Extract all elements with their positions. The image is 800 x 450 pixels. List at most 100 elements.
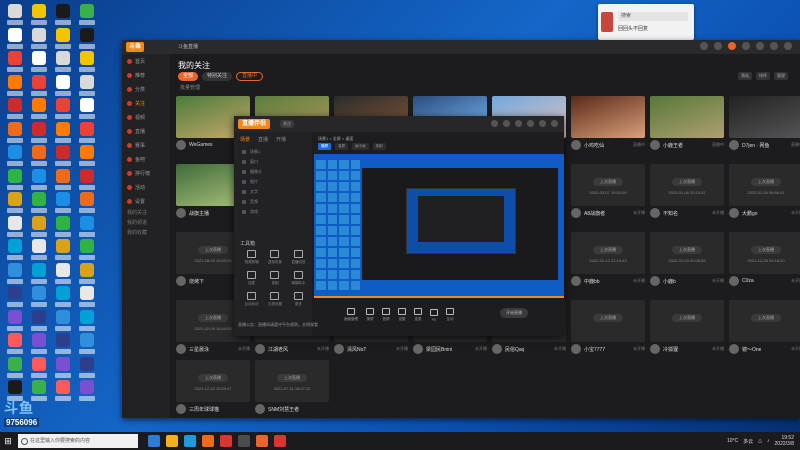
desktop-shortcut-icon[interactable] bbox=[52, 4, 74, 28]
desktop-shortcut-icon[interactable] bbox=[28, 286, 50, 310]
streamer-name[interactable]: 战旗主播 bbox=[189, 210, 209, 217]
desktop-shortcut-icon[interactable] bbox=[52, 286, 74, 310]
avatar[interactable] bbox=[571, 208, 581, 218]
qq-message-line[interactable]: 回回头不回复 bbox=[618, 26, 688, 33]
desktop-shortcut-icon[interactable] bbox=[28, 121, 50, 146]
avatar[interactable] bbox=[729, 276, 739, 286]
stream-card[interactable]: 上次直播 2022-02-03 20:06:52 小鹿b 未开播 bbox=[650, 232, 724, 288]
layout-subtab[interactable]: 画中画 bbox=[352, 143, 369, 150]
desktop-shortcut-icon[interactable] bbox=[4, 74, 26, 99]
sidebar-item[interactable]: 赛事 bbox=[122, 138, 170, 152]
stream-card[interactable]: 上次直播 2022-03-07 19:52:09 A8战旗者 未开播 bbox=[571, 164, 645, 220]
desktop-shortcut-icon[interactable] bbox=[28, 168, 50, 193]
desktop-shortcut-icon[interactable] bbox=[76, 98, 98, 122]
desktop-shortcut-icon[interactable] bbox=[52, 121, 74, 146]
avatar[interactable] bbox=[729, 140, 739, 150]
menu-icon[interactable] bbox=[527, 120, 534, 127]
desktop-shortcut-icon[interactable] bbox=[52, 74, 74, 99]
desktop-shortcut-icon[interactable] bbox=[52, 215, 74, 240]
layout-subtab[interactable]: 竖屏 bbox=[335, 143, 348, 150]
tool-button[interactable]: 视频剪辑 bbox=[240, 250, 263, 265]
qq-search-input[interactable]: 搜索 bbox=[618, 12, 688, 21]
network-icon[interactable]: △ bbox=[758, 438, 762, 444]
bottom-bar-button[interactable]: 设置 bbox=[398, 308, 406, 322]
sidebar-item[interactable]: 分类 bbox=[122, 82, 170, 96]
streamer-name[interactable]: D7jen · 网鱼 bbox=[742, 142, 770, 149]
avatar[interactable] bbox=[334, 344, 344, 354]
avatar[interactable] bbox=[650, 344, 660, 354]
desktop-shortcut-icon[interactable] bbox=[76, 286, 98, 310]
stream-card[interactable]: 上次直播 2022-02-12 21:18:43 中鹿bb 未开播 bbox=[571, 232, 645, 288]
avatar[interactable] bbox=[650, 208, 660, 218]
desktop-shortcut-icon[interactable] bbox=[76, 309, 98, 334]
companion-side-tab[interactable]: 开播 bbox=[276, 136, 286, 143]
stream-thumbnail[interactable]: 上次直播 bbox=[729, 300, 800, 342]
stream-card[interactable]: 上次直播 2021-07-11 18:07:22 bbox=[255, 360, 329, 402]
stream-thumbnail[interactable]: 上次直播 2021-12-22 15:59:47 bbox=[176, 360, 250, 402]
streamer-name[interactable]: 三周年球球猫 bbox=[189, 406, 219, 413]
streamer-name[interactable]: SNM刘慧王者 bbox=[268, 406, 299, 413]
desktop-shortcut-icon[interactable] bbox=[52, 356, 74, 381]
taskbar-app-icon[interactable] bbox=[202, 435, 214, 447]
desktop-shortcut-icon[interactable] bbox=[4, 239, 26, 263]
desktop-shortcut-icon[interactable] bbox=[76, 4, 98, 28]
sidebar-item[interactable]: 设置 bbox=[122, 194, 170, 208]
streamer-name[interactable]: 梁园民Bnini bbox=[426, 346, 452, 353]
source-row[interactable]: 游戏 bbox=[234, 207, 312, 217]
stream-thumbnail[interactable]: 上次直播 2022-02-03 20:06:52 bbox=[650, 232, 724, 274]
desktop-shortcut-icon[interactable] bbox=[28, 333, 50, 357]
taskbar-app-icon[interactable] bbox=[274, 435, 286, 447]
desktop-shortcut-icon[interactable] bbox=[76, 239, 98, 263]
avatar[interactable] bbox=[571, 140, 581, 150]
taskbar-app-icon[interactable] bbox=[166, 435, 178, 447]
desktop-shortcut-icon[interactable] bbox=[52, 239, 74, 263]
avatar[interactable] bbox=[492, 344, 502, 354]
stream-card[interactable]: 上次直播 2022-01-26 08:56:41 大鹏go 未开播 bbox=[729, 164, 800, 220]
source-row[interactable]: 图片 bbox=[234, 177, 312, 187]
desktop-shortcut-icon[interactable] bbox=[76, 192, 98, 216]
sidebar-item[interactable]: 首页 bbox=[122, 54, 170, 68]
avatar[interactable] bbox=[255, 344, 265, 354]
stream-card[interactable]: D7jen · 网鱼 直播中 bbox=[729, 96, 800, 152]
desktop-shortcut-icon[interactable] bbox=[76, 145, 98, 169]
source-row[interactable]: 摄像头 bbox=[234, 167, 312, 177]
desktop-shortcut-icon[interactable] bbox=[4, 309, 26, 334]
avatar[interactable] bbox=[729, 208, 739, 218]
desktop-shortcut-icon[interactable] bbox=[76, 262, 98, 287]
streamer-name[interactable]: 小鸡吃仙 bbox=[584, 142, 604, 149]
menu-icon[interactable] bbox=[742, 42, 750, 50]
stream-thumbnail[interactable]: 上次直播 2022-02-12 21:18:43 bbox=[571, 232, 645, 274]
desktop-shortcut-icon[interactable] bbox=[52, 27, 74, 52]
stream-preview[interactable] bbox=[314, 154, 564, 298]
desktop-shortcut-icon[interactable] bbox=[76, 27, 98, 52]
desktop-shortcut-icon[interactable] bbox=[76, 74, 98, 99]
streamer-name[interactable]: C0za bbox=[742, 278, 754, 284]
taskbar-search-input[interactable]: 在这里输入你要搜索的内容 bbox=[18, 434, 138, 448]
tool-button[interactable]: 直播回放 bbox=[287, 250, 310, 265]
companion-side-tab[interactable]: 场景 bbox=[240, 136, 250, 143]
avatar[interactable] bbox=[176, 208, 186, 218]
stream-card[interactable]: SNM刘慧王者 bbox=[255, 402, 329, 416]
stream-thumbnail[interactable]: 上次直播 2021-12-28 04:18:20 bbox=[729, 232, 800, 274]
batch-manage-link[interactable]: 批量管理 bbox=[180, 84, 200, 91]
avatar-icon[interactable] bbox=[714, 42, 722, 50]
maximize-icon[interactable] bbox=[770, 42, 778, 50]
sidebar-item[interactable]: 关注 bbox=[122, 96, 170, 110]
desktop-shortcut-icon[interactable] bbox=[28, 356, 50, 381]
stream-thumbnail[interactable]: 上次直播 2021-07-11 18:07:22 bbox=[255, 360, 329, 402]
stream-thumbnail[interactable]: 上次直播 2022-01-06 20:13:37 bbox=[650, 164, 724, 206]
stream-card[interactable]: 上次直播 2021-12-22 15:59:47 bbox=[176, 360, 250, 402]
layout-subtab[interactable]: 横屏 bbox=[318, 143, 331, 150]
desktop-shortcut-icon[interactable] bbox=[76, 215, 98, 240]
tool-button[interactable]: 互动玩法 bbox=[240, 292, 263, 307]
companion-badge[interactable]: 关注 bbox=[280, 120, 294, 128]
tool-button[interactable]: 虚拟形象 bbox=[263, 250, 286, 265]
toolbar-button[interactable]: 筛选 bbox=[738, 72, 752, 80]
desktop-shortcut-icon[interactable] bbox=[76, 333, 98, 357]
avatar[interactable] bbox=[571, 344, 581, 354]
message-icon[interactable] bbox=[700, 42, 708, 50]
desktop-shortcut-icon[interactable] bbox=[52, 145, 74, 169]
stream-card[interactable]: 小鹿王者 直播中 bbox=[650, 96, 724, 152]
avatar[interactable] bbox=[650, 140, 660, 150]
stream-card[interactable]: 上次直播 2022-01-06 20:13:37 不知名 未开播 bbox=[650, 164, 724, 220]
